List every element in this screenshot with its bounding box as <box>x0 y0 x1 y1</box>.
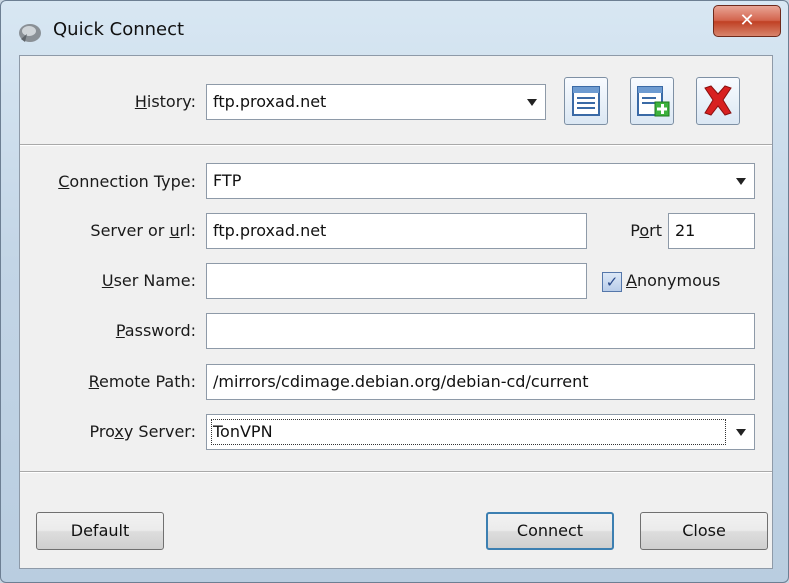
dialog-body: History: ftp.proxad.net Connection Type:… <box>19 55 773 569</box>
remote-path-label: Remote Path: <box>88 372 196 391</box>
title-bar[interactable]: Quick Connect ✕ <box>1 1 788 59</box>
connection-type-select[interactable]: FTP <box>206 163 755 199</box>
connect-button[interactable]: Connect <box>486 512 614 550</box>
window-title: Quick Connect <box>53 19 185 40</box>
app-icon <box>19 24 41 42</box>
close-button[interactable]: Close <box>640 512 768 550</box>
connection-type-value: FTP <box>213 171 242 190</box>
user-name-label: User Name: <box>101 271 196 290</box>
server-url-input[interactable]: ftp.proxad.net <box>206 213 587 249</box>
window-close-button[interactable]: ✕ <box>713 5 781 37</box>
add-to-list-button[interactable] <box>630 77 674 125</box>
history-label: History: <box>134 92 196 111</box>
delete-icon <box>704 85 732 116</box>
server-label: Server or url: <box>90 221 196 240</box>
password-label: Password: <box>115 321 196 340</box>
open-list-button[interactable] <box>564 77 608 125</box>
connection-type-label: Connection Type: <box>58 172 196 191</box>
port-value: 21 <box>675 221 696 240</box>
default-button[interactable]: Default <box>36 512 164 550</box>
chevron-down-icon[interactable] <box>736 178 746 185</box>
anonymous-checkbox[interactable]: ✓ <box>602 272 622 292</box>
port-label: Port <box>630 221 662 240</box>
header-separator <box>20 144 772 146</box>
remote-path-value: /mirrors/cdimage.debian.org/debian-cd/cu… <box>213 372 589 391</box>
footer-separator <box>20 471 772 473</box>
port-input[interactable]: 21 <box>668 213 755 249</box>
user-name-input[interactable] <box>206 263 587 299</box>
password-input[interactable] <box>206 313 755 349</box>
chevron-down-icon[interactable] <box>527 99 537 106</box>
add-list-icon <box>637 86 670 117</box>
quick-connect-window: Quick Connect ✕ History: ftp.proxad.net <box>0 0 789 583</box>
server-url-value: ftp.proxad.net <box>213 221 327 240</box>
focus-ring <box>211 419 726 445</box>
delete-entry-button[interactable] <box>696 77 740 125</box>
list-icon <box>572 86 600 116</box>
proxy-server-select[interactable]: TonVPN <box>206 414 755 450</box>
anonymous-label[interactable]: Anonymous <box>626 271 720 290</box>
close-icon: ✕ <box>739 10 755 31</box>
history-combobox[interactable]: ftp.proxad.net <box>206 84 546 120</box>
proxy-server-label: Proxy Server: <box>89 422 197 441</box>
chevron-down-icon[interactable] <box>736 429 746 436</box>
history-value: ftp.proxad.net <box>213 92 327 111</box>
remote-path-input[interactable]: /mirrors/cdimage.debian.org/debian-cd/cu… <box>206 364 755 400</box>
